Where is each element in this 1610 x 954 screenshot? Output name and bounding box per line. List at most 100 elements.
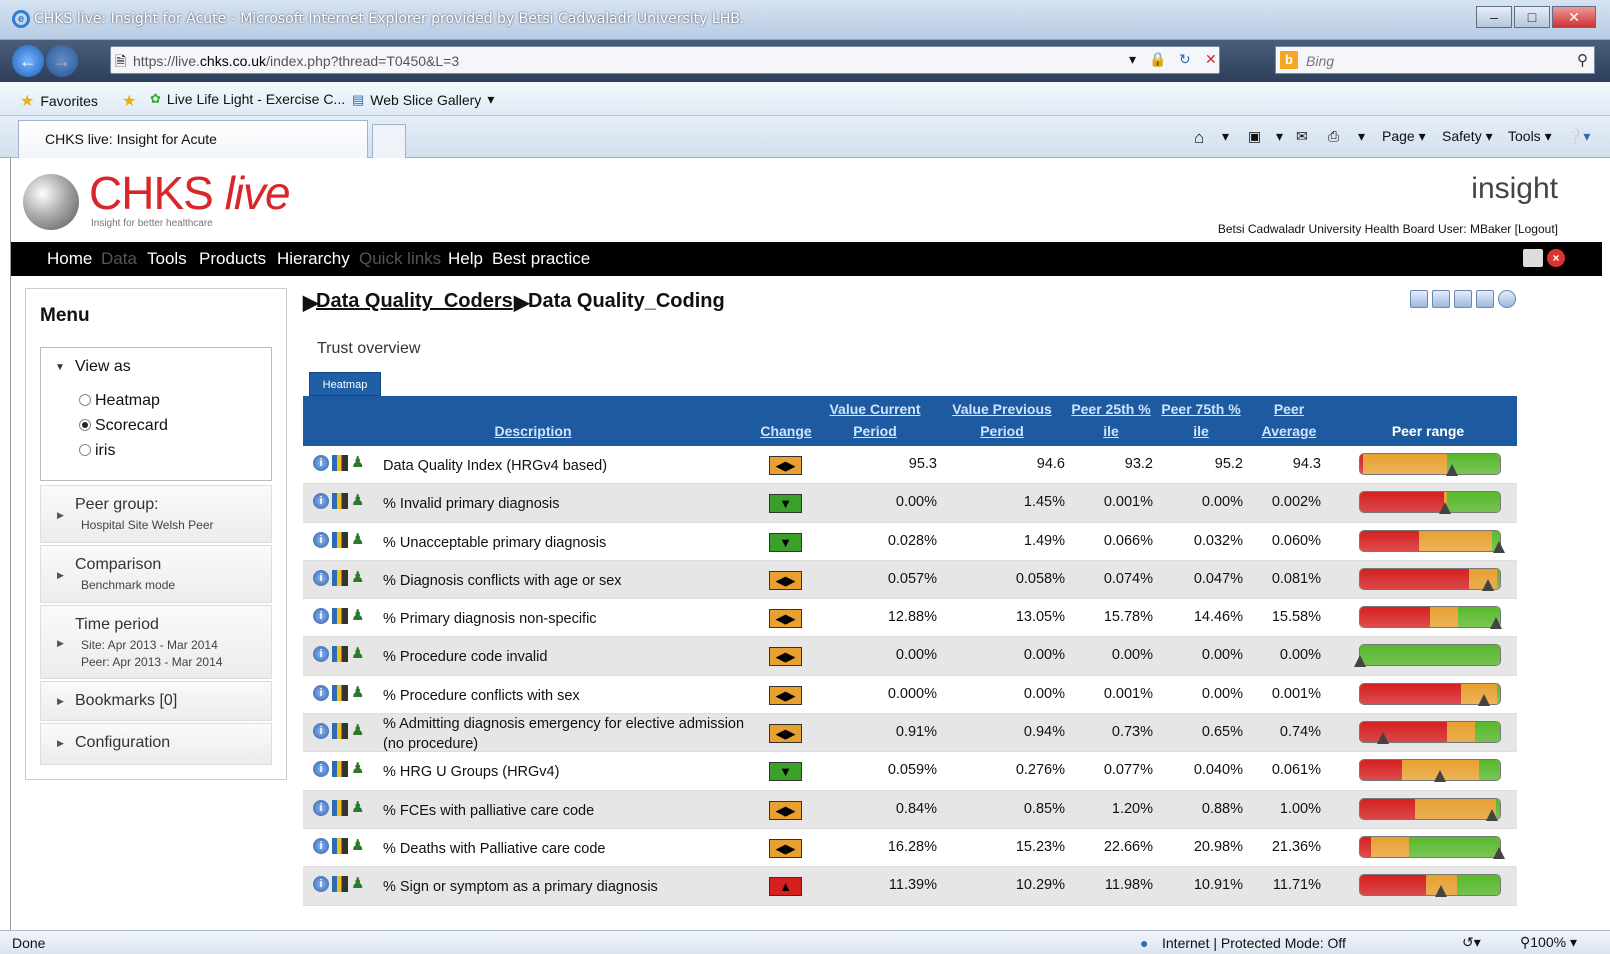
tools-menu[interactable]: Tools ▾ — [1508, 128, 1552, 145]
table-row[interactable]: i ♟ % HRG U Groups (HRGv4) ▼ 0.059% 0.276% 0.0… — [303, 752, 1517, 791]
row-description[interactable]: % Diagnosis conflicts with age or sex — [383, 571, 753, 591]
row-description[interactable]: Data Quality Index (HRGv4 based) — [383, 456, 753, 476]
browser-tab-active[interactable]: CHKS live: Insight for Acute — [18, 120, 368, 158]
table-row[interactable]: i ♟ % Primary diagnosis non-specific ◀▶ 12.8… — [303, 599, 1517, 638]
help-icon[interactable]: ❔▾ — [1566, 128, 1590, 145]
people-icon[interactable]: ♟ — [351, 493, 369, 509]
fav-item-web-slice-gallery[interactable]: ▤ Web Slice Gallery ▾ — [352, 91, 494, 108]
security-zone[interactable]: Internet | Protected Mode: Off — [1162, 935, 1346, 951]
safety-menu[interactable]: Safety ▾ — [1442, 128, 1493, 145]
row-description[interactable]: % FCEs with palliative care code — [383, 801, 753, 821]
row-description[interactable]: % Primary diagnosis non-specific — [383, 609, 753, 629]
table-row[interactable]: i ♟ % Sign or symptom as a primary diagnos… — [303, 867, 1517, 906]
chart-icon[interactable] — [332, 761, 348, 778]
export-xls-icon[interactable] — [1454, 290, 1472, 308]
maximize-button[interactable]: □ — [1514, 6, 1550, 28]
row-description[interactable]: % Deaths with Palliative care code — [383, 839, 753, 859]
chart-icon[interactable] — [332, 569, 348, 586]
chart-icon[interactable] — [332, 646, 348, 663]
nav-item-help[interactable]: Help — [448, 249, 483, 269]
table-row[interactable]: i ♟ % Admitting diagnosis emergency for el… — [303, 714, 1517, 754]
table-row[interactable]: i ♟ % Procedure code invalid ◀▶ 0.00% 0.00% 0.… — [303, 637, 1517, 676]
col-header-change[interactable]: Change — [753, 420, 819, 442]
refresh-icon[interactable]: ↻ — [1179, 51, 1191, 68]
export-word-icon[interactable] — [1432, 290, 1450, 308]
configuration-section[interactable]: ▶ Configuration — [40, 723, 272, 765]
lock-icon[interactable]: 🔒 — [1149, 51, 1166, 68]
close-icon[interactable]: × — [1547, 249, 1565, 267]
print-icon[interactable] — [1523, 249, 1543, 267]
forward-button[interactable]: → — [46, 45, 78, 77]
url-field[interactable]: 🗎 https://live.chks.co.uk/index.php?thre… — [110, 46, 1220, 74]
nav-item-hierarchy[interactable]: Hierarchy — [277, 249, 350, 269]
col-header-value-previous[interactable]: Value Previous Period — [949, 398, 1055, 442]
add-favorite-button[interactable]: ★ — [122, 91, 136, 111]
table-row[interactable]: i ♟ % FCEs with palliative care code ◀▶ 0.84… — [303, 790, 1517, 829]
people-icon[interactable]: ♟ — [351, 876, 369, 892]
view-option-heatmap[interactable]: Heatmap — [79, 392, 160, 410]
heatmap-tab[interactable]: Heatmap — [309, 372, 381, 396]
people-icon[interactable]: ♟ — [351, 799, 369, 816]
chart-icon[interactable] — [332, 493, 348, 510]
info-icon[interactable]: i — [313, 684, 329, 701]
feeds-icon[interactable]: ▣ — [1248, 128, 1261, 145]
info-icon[interactable]: i — [313, 493, 329, 510]
people-icon[interactable]: ♟ — [351, 684, 369, 701]
row-description[interactable]: % Invalid primary diagnosis — [383, 494, 753, 514]
chart-icon[interactable] — [332, 684, 348, 701]
info-icon[interactable]: i — [313, 531, 329, 548]
col-header-peer-25[interactable]: Peer 25th % ile — [1069, 398, 1153, 442]
nav-item-products[interactable]: Products — [199, 249, 266, 269]
nav-item-home[interactable]: Home — [47, 249, 92, 269]
chevron-down-icon[interactable]: ▾ — [1276, 128, 1283, 145]
print-icon[interactable]: ⎙ — [1328, 128, 1339, 145]
row-description[interactable]: % HRG U Groups (HRGv4) — [383, 762, 753, 782]
people-icon[interactable]: ♟ — [351, 455, 369, 471]
col-header-description[interactable]: Description — [453, 420, 613, 442]
minimize-button[interactable]: – — [1476, 6, 1512, 28]
bookmarks-section[interactable]: ▶ Bookmarks [0] — [40, 681, 272, 721]
time-period-section[interactable]: ▶ Time period Site: Apr 2013 - Mar 2014 … — [40, 605, 272, 679]
page-icon[interactable]: ↺▾ — [1462, 934, 1481, 951]
info-icon[interactable]: i — [313, 837, 329, 854]
collapse-arrow-icon[interactable]: ▼ — [55, 362, 65, 373]
mail-icon[interactable]: ✉ — [1296, 128, 1308, 145]
help-icon[interactable] — [1498, 290, 1516, 308]
dropdown-arrow-icon[interactable]: ▾ — [1129, 51, 1136, 68]
radio-button[interactable] — [79, 394, 91, 406]
home-icon[interactable]: ⌂ — [1194, 128, 1204, 148]
row-description[interactable]: % Procedure code invalid — [383, 647, 753, 667]
user-line[interactable]: Betsi Cadwaladr University Health Board … — [1218, 222, 1558, 236]
table-row[interactable]: i ♟ % Diagnosis conflicts with age or sex ◀… — [303, 560, 1517, 600]
nav-item-tools[interactable]: Tools — [147, 249, 187, 269]
people-icon[interactable]: ♟ — [351, 723, 369, 739]
stop-icon[interactable]: ✕ — [1205, 51, 1217, 68]
col-header-peer-75[interactable]: Peer 75th % ile — [1159, 398, 1243, 442]
search-icon[interactable]: ⚲ — [1577, 51, 1588, 69]
row-description[interactable]: % Procedure conflicts with sex — [383, 686, 753, 706]
row-description[interactable]: % Sign or symptom as a primary diagnosis — [383, 877, 753, 897]
view-option-scorecard[interactable]: Scorecard — [79, 417, 168, 435]
search-field[interactable]: b Bing ⚲ — [1275, 46, 1595, 74]
favorites-button[interactable]: ★ Favorites — [20, 91, 98, 111]
col-header-peer-average[interactable]: Peer Average — [1257, 398, 1321, 442]
table-row[interactable]: i ♟ % Invalid primary diagnosis ▼ 0.00% 1.45%… — [303, 484, 1517, 523]
nav-item-best-practice[interactable]: Best practice — [492, 249, 590, 269]
page-menu[interactable]: Page ▾ — [1382, 128, 1426, 145]
row-description[interactable]: % Admitting diagnosis emergency for elec… — [383, 714, 753, 754]
info-icon[interactable]: i — [313, 569, 329, 586]
info-icon[interactable]: i — [313, 723, 329, 740]
people-icon[interactable]: ♟ — [351, 531, 369, 548]
col-header-value-current[interactable]: Value Current Period — [825, 398, 925, 442]
info-icon[interactable]: i — [313, 608, 329, 625]
chevron-down-icon[interactable]: ▾ — [1222, 128, 1229, 145]
people-icon[interactable]: ♟ — [351, 761, 369, 777]
table-row[interactable]: i ♟ % Procedure conflicts with sex ◀▶ 0.000%… — [303, 675, 1517, 715]
info-icon[interactable]: i — [313, 646, 329, 663]
fav-item-live-life-light[interactable]: ✿ Live Life Light - Exercise C... — [150, 91, 345, 107]
table-row[interactable]: i ♟ % Deaths with Palliative care code ◀▶ 16… — [303, 828, 1517, 868]
zoom-control[interactable]: ⚲100% ▾ — [1520, 934, 1577, 951]
info-icon[interactable]: i — [313, 799, 329, 816]
breadcrumb-parent-link[interactable]: Data Quality_Coders — [316, 290, 513, 313]
comparison-section[interactable]: ▶ Comparison Benchmark mode — [40, 545, 272, 603]
